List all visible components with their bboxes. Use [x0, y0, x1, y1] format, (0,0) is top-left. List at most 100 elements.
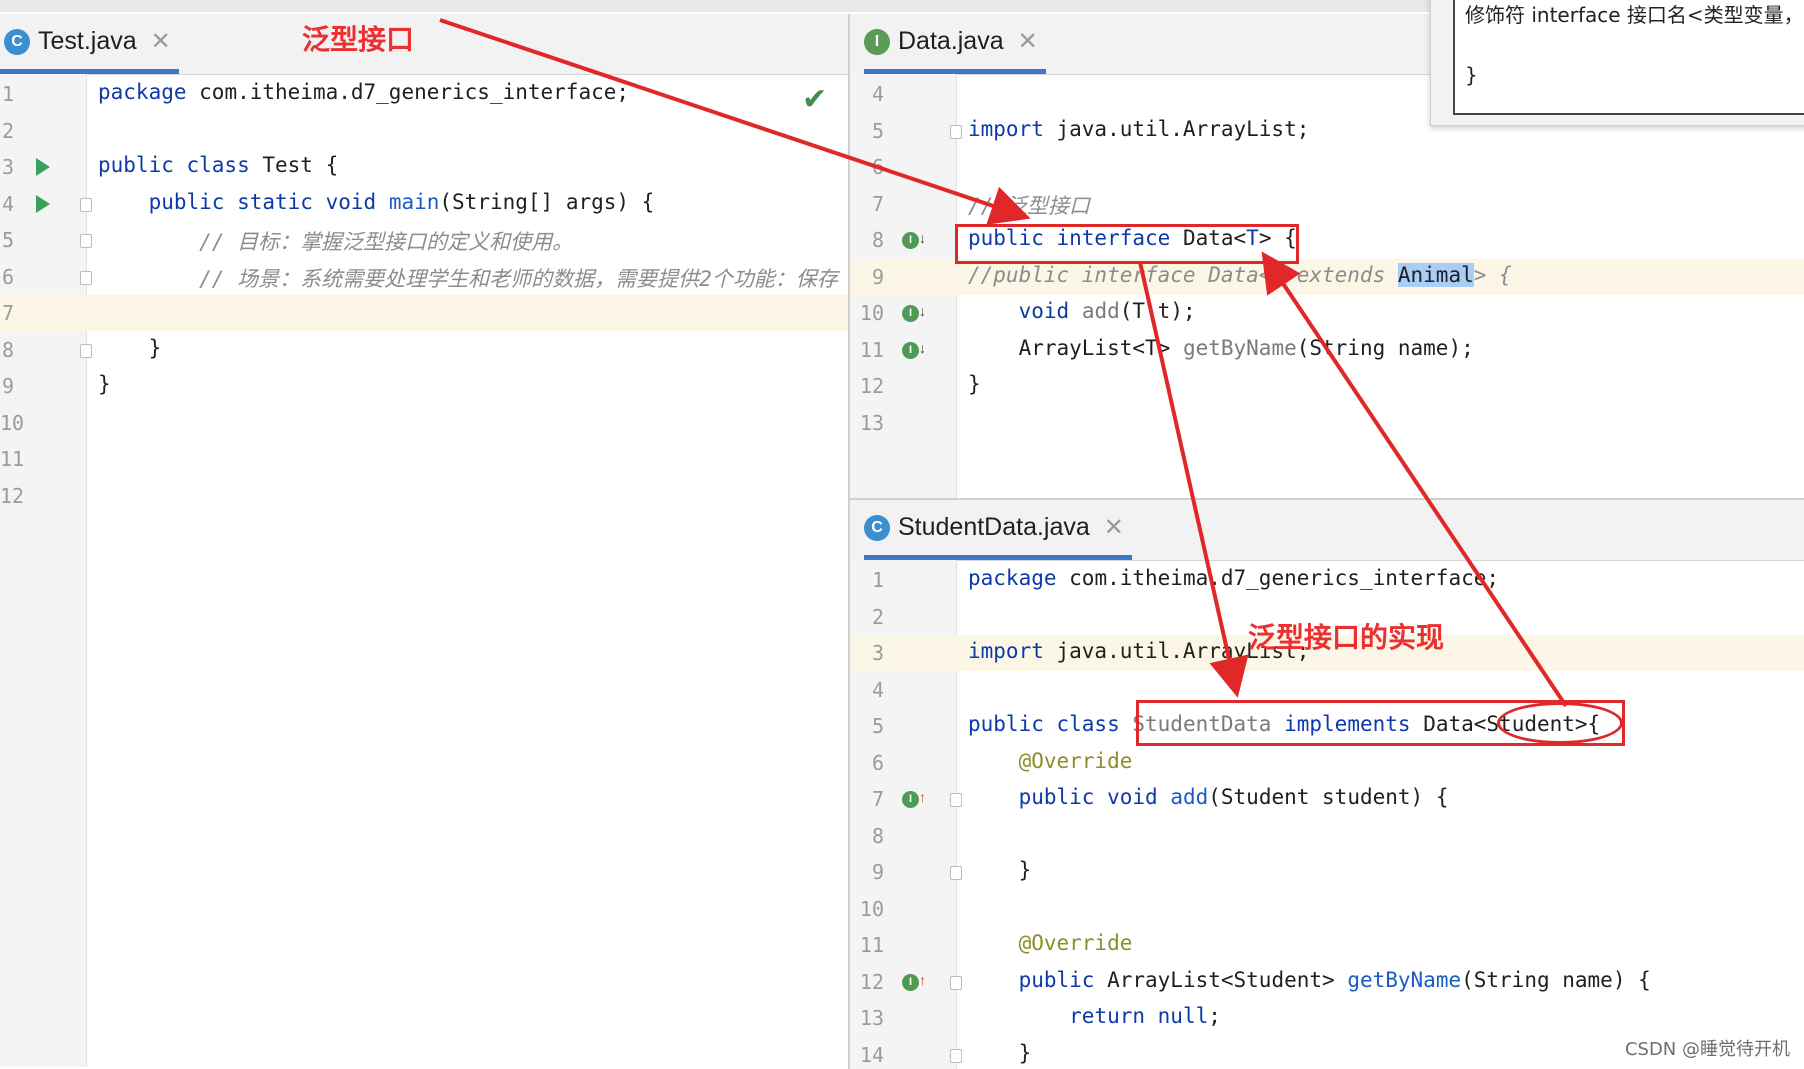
overrides-icon[interactable]: I↑: [902, 972, 926, 991]
run-icon[interactable]: [36, 195, 50, 213]
code-line[interactable]: 10: [850, 891, 1804, 927]
code-text[interactable]: public void add(Student student) {: [968, 785, 1448, 809]
line-number[interactable]: 13: [850, 1006, 884, 1030]
code-text[interactable]: void add(T t);: [968, 299, 1196, 323]
code-line[interactable]: 12}: [850, 368, 1804, 404]
line-number[interactable]: 5: [850, 119, 884, 143]
editor-studentdata-java[interactable]: C StudentData.java ✕ 1 package com.itheim…: [848, 498, 1804, 1069]
code-line[interactable]: 6 @Override: [850, 745, 1804, 781]
line-number[interactable]: 11: [850, 338, 884, 362]
code-text[interactable]: // 场景：系统需要处理学生和老师的数据，需要提供2个功能：保存: [98, 263, 838, 293]
code-text[interactable]: }: [98, 336, 161, 360]
line-number[interactable]: 4: [850, 82, 884, 106]
line-number[interactable]: 6: [850, 751, 884, 775]
code-line[interactable]: 10I↓ void add(T t);: [850, 295, 1804, 331]
code-line[interactable]: 8 }: [0, 332, 848, 368]
code-text[interactable]: public ArrayList<Student> getByName(Stri…: [968, 968, 1651, 992]
code-line[interactable]: 10: [0, 405, 848, 441]
code-text[interactable]: ArrayList<T> getByName(String name);: [968, 336, 1474, 360]
fold-icon[interactable]: [950, 125, 962, 139]
line-number[interactable]: 7: [850, 192, 884, 216]
code-text[interactable]: // 目标：掌握泛型接口的定义和使用。: [98, 226, 573, 256]
line-number[interactable]: 14: [850, 1043, 884, 1067]
code-text[interactable]: //public interface Data<T extends Animal…: [968, 263, 1512, 287]
code-line[interactable]: 7: [0, 295, 848, 331]
line-number[interactable]: 10: [850, 897, 884, 921]
line-number[interactable]: 3: [850, 641, 884, 665]
line-number[interactable]: 6: [0, 265, 14, 289]
fold-icon[interactable]: [80, 344, 92, 358]
code-text[interactable]: }: [968, 1041, 1031, 1065]
line-number[interactable]: 6: [850, 155, 884, 179]
code-line[interactable]: 11 I↓ ArrayList<T> getByName(String name)…: [850, 332, 1804, 368]
implemented-icon[interactable]: I↓: [902, 230, 926, 249]
line-number[interactable]: 9: [0, 374, 14, 398]
code-text[interactable]: @Override: [968, 749, 1132, 773]
code-line[interactable]: 7 I↑ public void add(Student student) {: [850, 781, 1804, 817]
line-number[interactable]: 2: [850, 605, 884, 629]
fold-icon[interactable]: [950, 793, 962, 807]
line-number[interactable]: 1: [850, 568, 884, 592]
line-number[interactable]: 12: [0, 484, 14, 508]
implemented-icon[interactable]: I↓: [902, 340, 926, 359]
line-number[interactable]: 12: [850, 374, 884, 398]
tab-test-java[interactable]: C Test.java ✕: [0, 14, 179, 74]
fold-icon[interactable]: [950, 1049, 962, 1063]
line-number[interactable]: 9: [850, 860, 884, 884]
line-number[interactable]: 10: [0, 411, 14, 435]
implemented-icon[interactable]: I↓: [902, 303, 926, 322]
code-line[interactable]: 2: [0, 113, 848, 149]
code-text[interactable]: public class Test {: [98, 153, 338, 177]
overrides-icon[interactable]: I↑: [902, 789, 926, 808]
line-number[interactable]: 7: [0, 301, 14, 325]
line-number[interactable]: 8: [0, 338, 14, 362]
line-number[interactable]: 8: [850, 824, 884, 848]
code-text[interactable]: }: [968, 858, 1031, 882]
line-number[interactable]: 9: [850, 265, 884, 289]
code-text[interactable]: public static void main(String[] args) {: [98, 190, 654, 214]
line-number[interactable]: 5: [850, 714, 884, 738]
code-line[interactable]: 9}: [0, 368, 848, 404]
code-line[interactable]: 7 // 泛型接口: [850, 186, 1804, 222]
code-line[interactable]: 6: [850, 149, 1804, 185]
line-number[interactable]: 12: [850, 970, 884, 994]
fold-icon[interactable]: [80, 234, 92, 248]
code-line[interactable]: 9 }: [850, 854, 1804, 890]
code-line[interactable]: 11 @Override: [850, 927, 1804, 963]
code-line[interactable]: 3 public class Test {: [0, 149, 848, 185]
code-text[interactable]: // 泛型接口: [968, 190, 1090, 220]
code-text[interactable]: }: [968, 372, 981, 396]
code-line[interactable]: 13 return null;: [850, 1000, 1804, 1036]
code-text[interactable]: return null;: [968, 1004, 1221, 1028]
code-text[interactable]: }: [98, 372, 111, 396]
code-line[interactable]: 12 I↑ public ArrayList<Student> getByName…: [850, 964, 1804, 1000]
fold-icon[interactable]: [80, 198, 92, 212]
close-icon[interactable]: ✕: [1104, 513, 1124, 542]
code-text[interactable]: import java.util.ArrayList;: [968, 117, 1309, 141]
code-line[interactable]: 12: [0, 478, 848, 514]
close-icon[interactable]: ✕: [1018, 27, 1038, 56]
editor-test-java[interactable]: C Test.java ✕ 1 package com.itheima.d7_ge…: [0, 14, 848, 1067]
fold-icon[interactable]: [950, 976, 962, 990]
line-number[interactable]: 2: [0, 119, 14, 143]
code-text[interactable]: @Override: [968, 931, 1132, 955]
code-text[interactable]: package com.itheima.d7_generics_interfac…: [968, 566, 1499, 590]
tab-studentdata-java[interactable]: C StudentData.java ✕: [864, 500, 1132, 560]
close-icon[interactable]: ✕: [151, 27, 171, 56]
line-number[interactable]: 1: [0, 82, 14, 106]
line-number[interactable]: 11: [850, 933, 884, 957]
line-number[interactable]: 3: [0, 155, 14, 179]
tab-data-java[interactable]: I Data.java ✕: [864, 14, 1046, 74]
code-line[interactable]: 5 // 目标：掌握泛型接口的定义和使用。: [0, 222, 848, 258]
code-line[interactable]: 11: [0, 441, 848, 477]
code-line[interactable]: 1 package com.itheima.d7_generics_interfa…: [850, 562, 1804, 598]
code-line[interactable]: 1 package com.itheima.d7_generics_interfa…: [0, 76, 848, 112]
code-line[interactable]: 8: [850, 818, 1804, 854]
code-line[interactable]: 4 public static void main(String[] args)…: [0, 186, 848, 222]
line-number[interactable]: 4: [0, 192, 14, 216]
code-text[interactable]: package com.itheima.d7_generics_interfac…: [98, 80, 629, 104]
line-number[interactable]: 5: [0, 228, 14, 252]
run-icon[interactable]: [36, 158, 50, 176]
line-number[interactable]: 13: [850, 411, 884, 435]
line-number[interactable]: 7: [850, 787, 884, 811]
